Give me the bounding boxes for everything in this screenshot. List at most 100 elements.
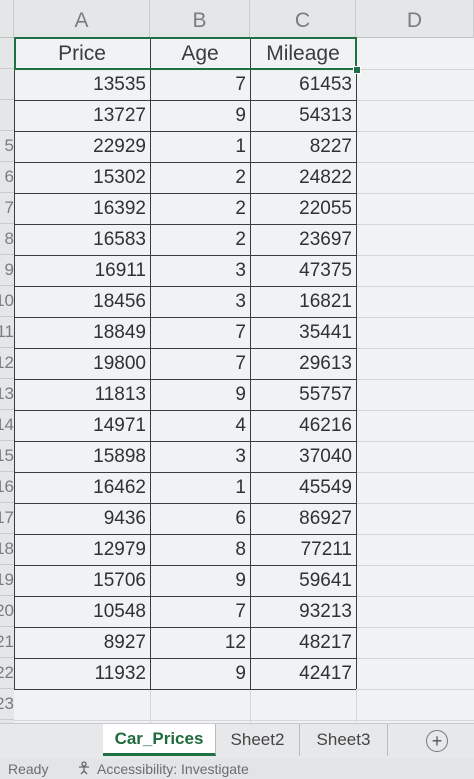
- table-cell-mileage[interactable]: 35441: [250, 317, 356, 348]
- table-cell-age[interactable]: 7: [150, 317, 250, 348]
- table-cell-price[interactable]: 9436: [14, 503, 150, 534]
- table-cell-mileage[interactable]: 48217: [250, 627, 356, 658]
- table-cell-price[interactable]: 13535: [14, 69, 150, 100]
- table-cell-mileage[interactable]: 37040: [250, 441, 356, 472]
- table-cell-mileage[interactable]: 77211: [250, 534, 356, 565]
- table-cell-age[interactable]: 9: [150, 658, 250, 689]
- table-cell-mileage[interactable]: 16821: [250, 286, 356, 317]
- table-cell-price[interactable]: 8927: [14, 627, 150, 658]
- table-cell-age[interactable]: 3: [150, 255, 250, 286]
- table-cell-age[interactable]: 7: [150, 348, 250, 379]
- row-header[interactable]: 8: [0, 224, 14, 255]
- table-cell-age[interactable]: 12: [150, 627, 250, 658]
- column-header-a[interactable]: A: [14, 0, 150, 38]
- tab-sheet3[interactable]: Sheet3: [300, 724, 388, 756]
- row-header[interactable]: 10: [0, 286, 14, 317]
- table-cell-price[interactable]: 16911: [14, 255, 150, 286]
- table-cell-price[interactable]: 11813: [14, 379, 150, 410]
- row-header[interactable]: 9: [0, 255, 14, 286]
- table-cell-age[interactable]: 3: [150, 441, 250, 472]
- row-header[interactable]: 14: [0, 410, 14, 441]
- row-header[interactable]: 18: [0, 534, 14, 565]
- table-cell-age[interactable]: 9: [150, 565, 250, 596]
- table-cell-price[interactable]: 11932: [14, 658, 150, 689]
- table-cell-mileage[interactable]: 55757: [250, 379, 356, 410]
- table-cell-age[interactable]: 9: [150, 100, 250, 131]
- table-cell-age[interactable]: 1: [150, 131, 250, 162]
- row-header[interactable]: 21: [0, 627, 14, 658]
- table-cell-price[interactable]: 22929: [14, 131, 150, 162]
- select-all-corner[interactable]: [0, 0, 14, 38]
- row-header[interactable]: 19: [0, 565, 14, 596]
- fill-handle[interactable]: [353, 66, 361, 74]
- table-cell-age[interactable]: 2: [150, 162, 250, 193]
- row-header[interactable]: 16: [0, 472, 14, 503]
- add-sheet-button[interactable]: +: [426, 730, 448, 752]
- table-cell-price[interactable]: 15706: [14, 565, 150, 596]
- row-header[interactable]: 11: [0, 317, 14, 348]
- table-cell-age[interactable]: 6: [150, 503, 250, 534]
- table-cell-price[interactable]: 18849: [14, 317, 150, 348]
- table-cell-age[interactable]: 7: [150, 596, 250, 627]
- worksheet-grid[interactable]: ABCD56789101112131415161718192021222324P…: [0, 0, 474, 752]
- table-cell-price[interactable]: 18456: [14, 286, 150, 317]
- table-border: [14, 689, 356, 690]
- tab-car-prices[interactable]: Car_Prices: [103, 724, 216, 756]
- row-header[interactable]: 5: [0, 131, 14, 162]
- table-cell-age[interactable]: 7: [150, 69, 250, 100]
- row-header[interactable]: 20: [0, 596, 14, 627]
- table-cell-price[interactable]: 12979: [14, 534, 150, 565]
- sheet-tab-bar: Car_Prices Sheet2 Sheet3 +: [0, 723, 474, 760]
- row-header[interactable]: 7: [0, 193, 14, 224]
- table-cell-price[interactable]: 14971: [14, 410, 150, 441]
- column-header-d[interactable]: D: [356, 0, 474, 38]
- row-header[interactable]: 23: [0, 689, 14, 720]
- table-cell-mileage[interactable]: 93213: [250, 596, 356, 627]
- table-cell-price[interactable]: 19800: [14, 348, 150, 379]
- table-cell-mileage[interactable]: 8227: [250, 131, 356, 162]
- table-cell-mileage[interactable]: 29613: [250, 348, 356, 379]
- column-header-b[interactable]: B: [150, 0, 250, 38]
- table-cell-age[interactable]: 3: [150, 286, 250, 317]
- table-cell-age[interactable]: 1: [150, 472, 250, 503]
- table-cell-price[interactable]: 16392: [14, 193, 150, 224]
- table-cell-age[interactable]: 8: [150, 534, 250, 565]
- row-header[interactable]: 12: [0, 348, 14, 379]
- selection-range: [14, 37, 357, 70]
- table-cell-price[interactable]: 16462: [14, 472, 150, 503]
- table-cell-price[interactable]: 10548: [14, 596, 150, 627]
- row-header[interactable]: [0, 100, 14, 131]
- table-cell-mileage[interactable]: 45549: [250, 472, 356, 503]
- table-cell-price[interactable]: 13727: [14, 100, 150, 131]
- table-cell-price[interactable]: 15898: [14, 441, 150, 472]
- status-bar: Ready Accessibility: Investigate: [0, 759, 474, 779]
- table-cell-mileage[interactable]: 59641: [250, 565, 356, 596]
- table-cell-mileage[interactable]: 23697: [250, 224, 356, 255]
- table-cell-mileage[interactable]: 42417: [250, 658, 356, 689]
- row-header[interactable]: 22: [0, 658, 14, 689]
- table-cell-price[interactable]: 16583: [14, 224, 150, 255]
- row-header[interactable]: 17: [0, 503, 14, 534]
- grid-line: [14, 720, 474, 721]
- table-cell-age[interactable]: 2: [150, 224, 250, 255]
- table-cell-mileage[interactable]: 61453: [250, 69, 356, 100]
- table-cell-age[interactable]: 9: [150, 379, 250, 410]
- table-cell-mileage[interactable]: 46216: [250, 410, 356, 441]
- row-header[interactable]: [0, 38, 14, 69]
- table-cell-mileage[interactable]: 47375: [250, 255, 356, 286]
- table-cell-mileage[interactable]: 24822: [250, 162, 356, 193]
- row-header[interactable]: [0, 69, 14, 100]
- row-header[interactable]: 15: [0, 441, 14, 472]
- column-header-c[interactable]: C: [250, 0, 356, 38]
- table-cell-price[interactable]: 15302: [14, 162, 150, 193]
- accessibility-status[interactable]: Accessibility: Investigate: [97, 761, 249, 777]
- table-cell-age[interactable]: 2: [150, 193, 250, 224]
- row-header[interactable]: 13: [0, 379, 14, 410]
- tab-sheet2[interactable]: Sheet2: [216, 724, 300, 756]
- table-cell-mileage[interactable]: 22055: [250, 193, 356, 224]
- table-cell-age[interactable]: 4: [150, 410, 250, 441]
- accessibility-icon[interactable]: [76, 761, 92, 778]
- table-cell-mileage[interactable]: 54313: [250, 100, 356, 131]
- row-header[interactable]: 6: [0, 162, 14, 193]
- table-cell-mileage[interactable]: 86927: [250, 503, 356, 534]
